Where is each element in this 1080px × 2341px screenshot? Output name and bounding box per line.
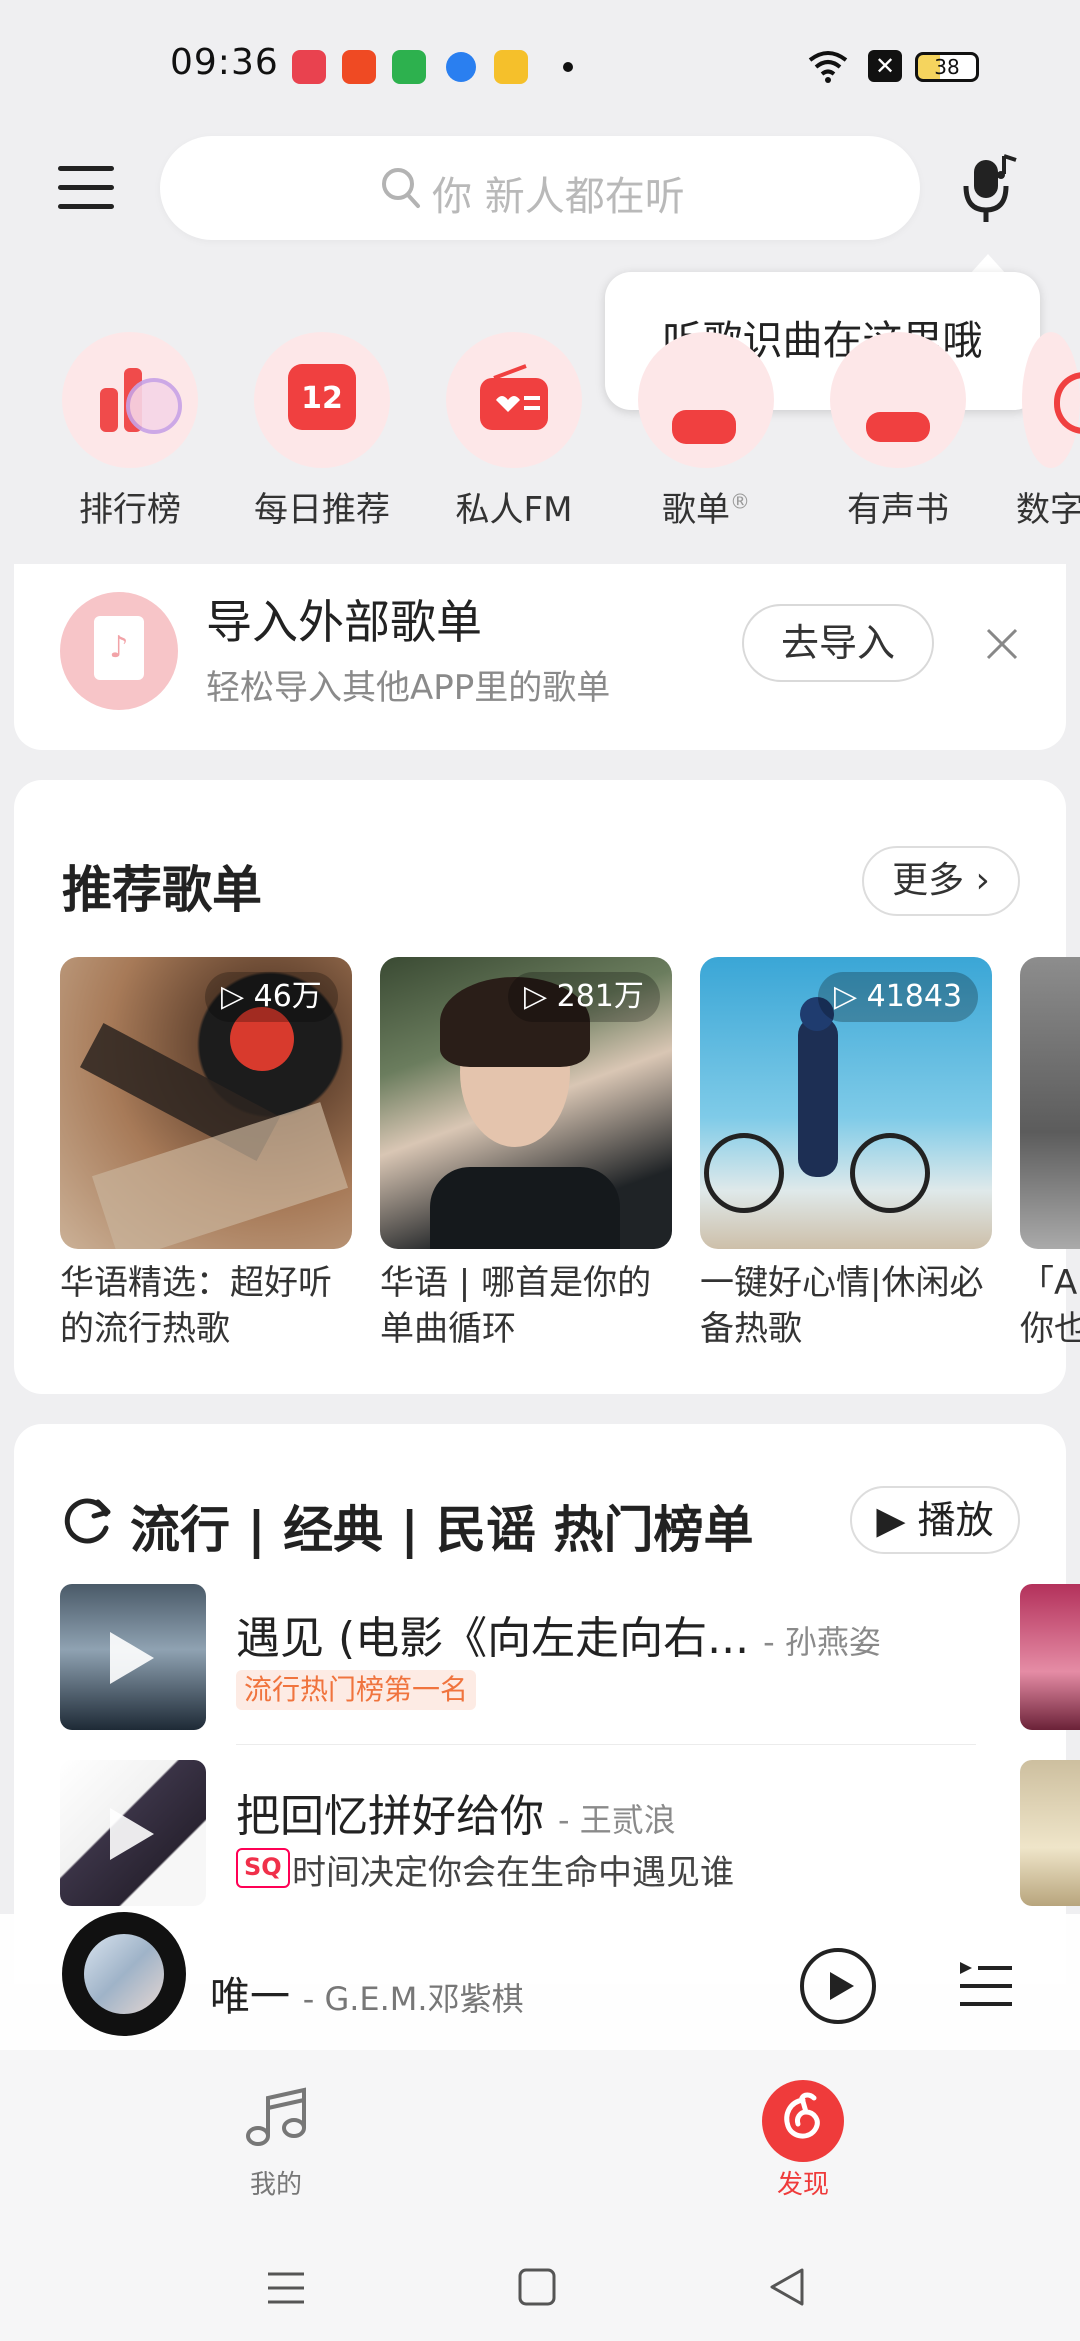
search-icon xyxy=(382,168,420,208)
play-all-button[interactable]: ▶ 播放 xyxy=(850,1486,1020,1554)
song-subtitle: 时间决定你会在生命中遇见谁 xyxy=(292,1853,734,1893)
play-count: ▷ 281万 xyxy=(508,972,660,1022)
tab-discover-icon[interactable] xyxy=(762,2080,844,2162)
no-sim-icon: ✕ xyxy=(868,50,902,82)
browser-app-icon xyxy=(446,52,476,82)
now-playing-info[interactable]: 唯一 - G.E.M.邓紫棋 xyxy=(210,1964,524,2022)
import-subtitle: 轻松导入其他APP里的歌单 xyxy=(206,668,611,708)
netease-logo-icon xyxy=(784,2092,820,2139)
playlist-title[interactable]: 「A 你也 xyxy=(1020,1260,1080,1352)
playlist-cover[interactable] xyxy=(1020,957,1080,1249)
now-playing-cover xyxy=(84,1934,164,2014)
notes-app-icon xyxy=(494,50,528,84)
quick-nav-label: 有声书 xyxy=(847,490,949,530)
music-note-icon: ♪ xyxy=(94,616,144,680)
more-button[interactable]: 更多 › xyxy=(862,846,1020,916)
quick-nav-playlists[interactable] xyxy=(638,332,774,468)
search-placeholder: 你 新人都在听 xyxy=(432,174,685,220)
section-title: 流行 | 经典 | 民谣 热门榜单 xyxy=(130,1501,754,1559)
music-note-icon[interactable] xyxy=(244,2086,308,2150)
quick-nav-label: 排行榜 xyxy=(79,490,181,530)
quick-nav-label: 每日推荐 xyxy=(254,490,390,530)
tab-discover[interactable]: 发现 xyxy=(743,2164,863,2201)
playlist-queue-icon[interactable] xyxy=(958,1956,1014,2012)
status-time: 09:36 xyxy=(170,42,279,83)
menu-icon[interactable] xyxy=(58,160,114,216)
next-page-song-cover[interactable] xyxy=(1020,1760,1080,1906)
security-app-icon xyxy=(392,50,426,84)
back-icon[interactable] xyxy=(768,2266,806,2308)
go-import-button[interactable]: 去导入 xyxy=(742,604,934,682)
wifi-icon xyxy=(808,51,848,83)
play-icon[interactable] xyxy=(798,1946,878,2026)
playlist-icon xyxy=(672,410,736,444)
sq-quality-badge: SQ xyxy=(236,1848,290,1888)
import-title: 导入外部歌单 xyxy=(206,595,482,649)
playlist-title[interactable]: 一键好心情|休闲必 备热歌 xyxy=(700,1260,992,1352)
quick-nav-audiobooks[interactable] xyxy=(830,332,966,468)
chart-icon xyxy=(100,368,182,434)
tooltip-arrow xyxy=(970,254,1006,274)
song-row[interactable]: 遇见 (电影《向左走向右... - 孙燕姿 xyxy=(236,1602,881,1666)
home-icon[interactable] xyxy=(518,2268,556,2306)
quick-nav-label: 歌单® xyxy=(662,489,750,530)
quick-nav-label: 私人FM xyxy=(455,490,573,530)
song-cover[interactable] xyxy=(60,1584,206,1730)
playlist-title[interactable]: 华语 | 哪首是你的 单曲循环 xyxy=(380,1260,672,1352)
next-page-song-cover[interactable] xyxy=(1020,1584,1080,1730)
voice-recognition-icon[interactable] xyxy=(960,152,1020,224)
refresh-icon[interactable] xyxy=(62,1494,114,1546)
divider xyxy=(236,1744,976,1745)
more-notifications-dot xyxy=(563,62,573,72)
playlist-title[interactable]: 华语精选：超好听 的流行热歌 xyxy=(60,1260,352,1352)
tab-mine[interactable]: 我的 xyxy=(216,2164,336,2201)
video-app-icon xyxy=(342,50,376,84)
song-cover[interactable] xyxy=(60,1760,206,1906)
song-row[interactable]: 把回忆拼好给你 - 王贰浪 xyxy=(236,1780,676,1844)
recent-apps-icon[interactable] xyxy=(266,2270,306,2306)
bottom-tab-bar xyxy=(0,2050,1080,2230)
radio-icon xyxy=(480,364,548,430)
calendar-icon: 12 xyxy=(288,364,356,430)
play-count: ▷ 41843 xyxy=(818,972,979,1022)
quick-nav-label: 数字 xyxy=(1016,490,1080,530)
play-count: ▷ 46万 xyxy=(205,972,338,1022)
battery-indicator: 38 xyxy=(915,52,979,82)
book-icon xyxy=(866,412,930,442)
section-title: 推荐歌单 xyxy=(62,861,262,919)
chart-rank-badge: 流行热门榜第一名 xyxy=(236,1670,477,1710)
app-notification-icon xyxy=(292,50,326,84)
close-icon[interactable] xyxy=(980,622,1024,666)
